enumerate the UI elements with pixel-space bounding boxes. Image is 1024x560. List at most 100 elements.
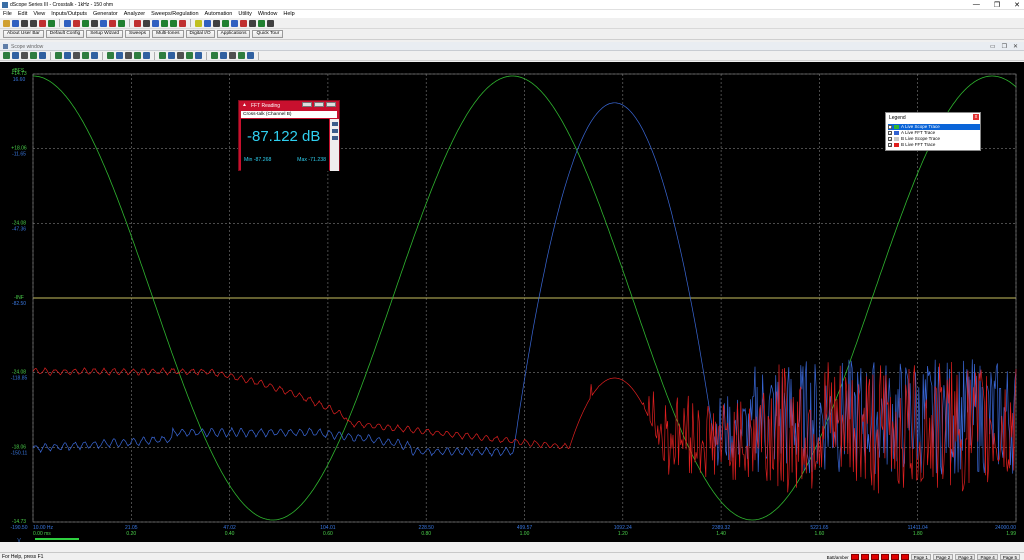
toolbar-tool-icon[interactable] [213, 19, 220, 27]
fft-minimize-button[interactable] [302, 102, 312, 107]
checkbox-icon[interactable]: ✓ [888, 131, 892, 136]
scope-tool-icon[interactable] [39, 52, 46, 59]
toolbar-tool-icon[interactable] [21, 19, 28, 27]
menu-analyzer[interactable]: Analyzer [124, 10, 145, 18]
fft-reading-titlebar[interactable]: ▲ FFT Reading [239, 101, 339, 109]
scope-tool-icon[interactable] [125, 52, 132, 59]
page-tab-3[interactable]: Page 3 [955, 554, 976, 560]
checkbox-icon[interactable]: ✓ [888, 125, 892, 130]
scope-plot[interactable]: dBFS +14.73 16.60 +18.06 -11.65 -24.08 -47.36-… [0, 62, 1024, 542]
scope-tool-icon[interactable] [30, 52, 37, 59]
checkbox-icon[interactable]: ✓ [888, 137, 892, 142]
toolbar-tool-icon[interactable] [161, 19, 168, 27]
scope-tool-icon[interactable] [177, 52, 184, 59]
menu-utility[interactable]: Utility [238, 10, 251, 18]
toolbar-tool-icon[interactable] [240, 19, 247, 27]
table-icon[interactable] [331, 129, 338, 133]
toolbar-tool-icon[interactable] [152, 19, 159, 27]
scope-tool-icon[interactable] [229, 52, 236, 59]
quick-tour-button[interactable]: Quick Tour [252, 30, 284, 38]
fft-settings-button[interactable] [314, 102, 324, 107]
fft-channel-select[interactable]: Cross-talk (Channel B) [241, 111, 337, 118]
menu-inputs-outputs[interactable]: Inputs/Outputs [51, 10, 87, 18]
scope-tool-icon[interactable] [91, 52, 98, 59]
toolbar-tool-icon[interactable] [170, 19, 177, 27]
legend-window[interactable]: Legend x ✓ A Live Scope Trace ✓ A Live F… [885, 112, 981, 151]
scope-minimize-button[interactable]: ▭ [990, 43, 996, 50]
default-config-button[interactable]: Default Config [45, 30, 85, 38]
setup-wizard-button[interactable]: Setup Wizard [86, 30, 123, 38]
scope-tool-icon[interactable] [211, 52, 218, 59]
page-tab-1[interactable]: Page 1 [910, 554, 931, 560]
toolbar-tool-icon[interactable] [30, 19, 37, 27]
toolbar-tool-icon[interactable] [195, 19, 202, 27]
checkbox-icon[interactable]: ✓ [888, 143, 892, 148]
toolbar-tool-icon[interactable] [82, 19, 89, 27]
scope-tool-icon[interactable] [107, 52, 114, 59]
toolbar-tool-icon[interactable] [258, 19, 265, 27]
scope-tool-icon[interactable] [247, 52, 254, 59]
fft-close-button[interactable] [326, 102, 336, 107]
maximize-button[interactable]: ❐ [994, 1, 1000, 9]
scope-close-button[interactable]: ✕ [1013, 43, 1018, 50]
menu-edit[interactable]: Edit [18, 10, 27, 18]
scope-tool-icon[interactable] [73, 52, 80, 59]
toolbar-tool-icon[interactable] [39, 19, 46, 27]
menu-file[interactable]: File [3, 10, 12, 18]
scope-tool-icon[interactable] [64, 52, 71, 59]
settings-icon[interactable] [331, 136, 338, 140]
toolbar-tool-icon[interactable] [179, 19, 186, 27]
page-tab-4[interactable]: Page 4 [977, 554, 998, 560]
scope-tool-icon[interactable] [159, 52, 166, 59]
scope-tool-icon[interactable] [116, 52, 123, 59]
legend-close-button[interactable]: x [973, 114, 979, 120]
menu-view[interactable]: View [33, 10, 45, 18]
scope-tool-icon[interactable] [238, 52, 245, 59]
toolbar-tool-icon[interactable] [64, 19, 71, 27]
menu-sweeps-regulation[interactable]: Sweeps/Regulation [151, 10, 198, 18]
toolbar-tool-icon[interactable] [73, 19, 80, 27]
about-user-bar-button[interactable]: About User Bar [3, 30, 44, 38]
toolbar-tool-icon[interactable] [100, 19, 107, 27]
scope-tool-icon[interactable] [195, 52, 202, 59]
toolbar-tool-icon[interactable] [3, 19, 10, 27]
scope-tool-icon[interactable] [220, 52, 227, 59]
scope-tool-icon[interactable] [82, 52, 89, 59]
toolbar-tool-icon[interactable] [48, 19, 55, 27]
menu-automation[interactable]: Automation [205, 10, 233, 18]
toolbar-tool-icon[interactable] [204, 19, 211, 27]
sweeps-button[interactable]: Sweeps [125, 30, 151, 38]
scope-tool-icon[interactable] [186, 52, 193, 59]
scope-tool-icon[interactable] [143, 52, 150, 59]
applications-button[interactable]: Applications [216, 30, 251, 38]
scope-tool-icon[interactable] [55, 52, 62, 59]
toolbar-tool-icon[interactable] [91, 19, 98, 27]
minimize-button[interactable]: — [973, 1, 980, 9]
graph-icon[interactable] [331, 122, 338, 126]
menu-window[interactable]: Window [258, 10, 278, 18]
digital-io-button[interactable]: Digital I/O [185, 30, 215, 38]
scope-tool-icon[interactable] [168, 52, 175, 59]
legend-item-b-fft[interactable]: ✓ B Live FFT Trace [888, 142, 980, 148]
toolbar-tool-icon[interactable] [134, 19, 141, 27]
menu-generator[interactable]: Generator [93, 10, 118, 18]
page-tab-5[interactable]: Page 5 [999, 554, 1020, 560]
multi-tones-button[interactable]: Multi-tones [152, 30, 184, 38]
close-button[interactable]: ✕ [1014, 1, 1020, 9]
toolbar-tool-icon[interactable] [109, 19, 116, 27]
toolbar-tool-icon[interactable] [143, 19, 150, 27]
toolbar-tool-icon[interactable] [267, 19, 274, 27]
menu-help[interactable]: Help [283, 10, 294, 18]
toolbar-tool-icon[interactable] [231, 19, 238, 27]
scope-tool-icon[interactable] [21, 52, 28, 59]
scope-restore-button[interactable]: ❐ [1002, 43, 1007, 50]
toolbar-tool-icon[interactable] [249, 19, 256, 27]
fft-reading-window[interactable]: ▲ FFT Reading Cross-talk (Channel B) -87… [238, 100, 340, 171]
scope-tool-icon[interactable] [3, 52, 10, 59]
scope-tool-icon[interactable] [134, 52, 141, 59]
page-tab-2[interactable]: Page 2 [932, 554, 954, 560]
toolbar-tool-icon[interactable] [118, 19, 125, 27]
toolbar-tool-icon[interactable] [12, 19, 19, 27]
toolbar-tool-icon[interactable] [222, 19, 229, 27]
scope-tool-icon[interactable] [12, 52, 19, 59]
